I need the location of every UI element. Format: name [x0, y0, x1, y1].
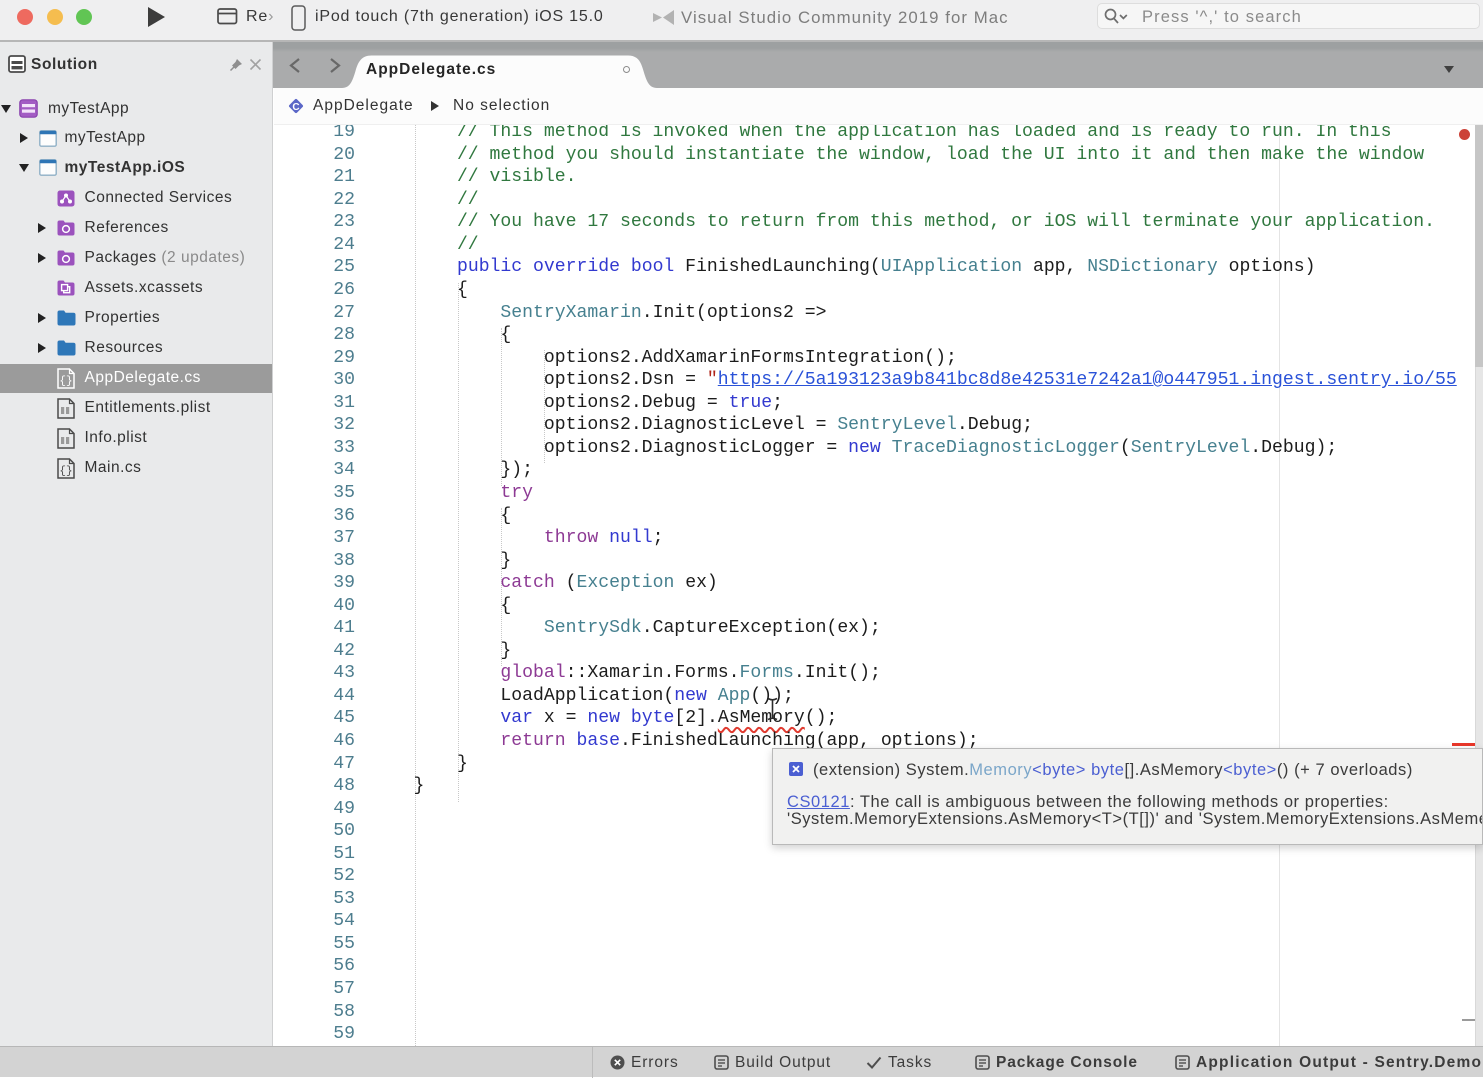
svg-text:{}: {} [59, 465, 72, 477]
svg-text:{}: {} [59, 375, 72, 387]
svg-text:C: C [292, 102, 299, 113]
